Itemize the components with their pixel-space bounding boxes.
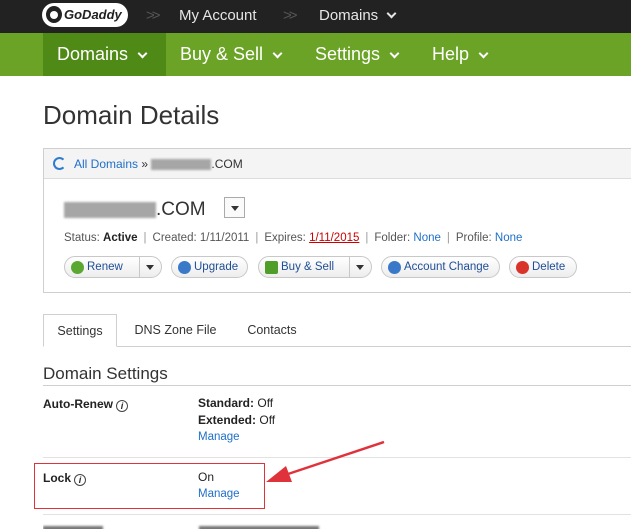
dollar-icon [265,261,278,274]
nav-tab-label: Domains [57,44,129,64]
account-change-button[interactable]: Account Change [381,256,500,278]
breadcrumb-sep: » [141,157,149,171]
breadcrumb-my-account[interactable]: My Account [179,7,257,24]
domain-panel: All Domains » .COM .COM Status: Active | C… [43,148,631,293]
tab-dns-zone-file[interactable]: DNS Zone File [128,314,223,347]
auto-renew-label-text: Auto-Renew [43,397,113,411]
panel-breadcrumb: All Domains » .COM [74,157,243,171]
nav-tab-help[interactable]: Help [418,33,501,76]
tab-settings[interactable]: Settings [43,314,117,347]
profile-label: Profile: [455,232,492,244]
renew-label: Renew [87,261,123,273]
divider: | [446,232,450,244]
annotation-arrow-icon [266,440,385,482]
upgrade-button[interactable]: Upgrade [171,256,248,278]
folder-value-link[interactable]: None [413,232,441,244]
extended-value: Off [259,413,276,427]
delete-label: Delete [532,261,566,273]
tab-contacts[interactable]: Contacts [236,314,308,347]
nav-tab-label: Buy & Sell [180,44,264,64]
profile-value-link[interactable]: None [495,232,523,244]
nav-tab-settings[interactable]: Settings [301,33,412,76]
top-bar: GoDaddy >> My Account >> Domains [0,0,631,33]
nav-tab-domains[interactable]: Domains [43,33,166,76]
buy-sell-dropdown-chevron-icon[interactable] [349,257,371,277]
expires-label: Expires: [264,232,306,244]
standard-label: Standard: [198,396,255,410]
chevron-down-icon [478,48,489,59]
redacted-domain [151,159,212,171]
domain-menu-dropdown[interactable] [224,197,245,218]
breadcrumb-domain-suffix: .COM [211,157,243,171]
delete-button[interactable]: Delete [509,256,577,278]
auto-renew-extended: Extended: Off [198,413,275,427]
renew-dropdown-chevron-icon[interactable] [139,257,161,277]
chevron-down-icon [389,48,400,59]
page-title: Domain Details [43,100,220,130]
breadcrumb-separator-icon: >> [146,7,160,24]
buy-sell-label: Buy & Sell [281,261,335,273]
breadcrumb-separator-icon: >> [283,7,297,24]
standard-value: Off [257,396,274,410]
redacted-domain [64,201,156,218]
folder-label: Folder: [374,232,411,244]
next-row-partial [43,522,323,529]
buy-sell-button[interactable]: Buy & Sell [258,256,372,278]
upgrade-label: Upgrade [194,261,239,273]
main-nav: Domains Buy & Sell Settings Help [0,33,631,76]
extended-label: Extended: [198,413,257,427]
arrow-up-circle-icon [178,261,191,274]
renew-button[interactable]: Renew [64,256,162,278]
divider: | [365,232,369,244]
chevron-down-icon [386,8,397,19]
chevron-down-icon [137,48,148,59]
godaddy-logo-icon [46,6,62,23]
nav-tab-label: Settings [315,44,381,64]
breadcrumb-domains-label: Domains [319,7,379,24]
divider: | [143,232,147,244]
nav-tab-buy-sell[interactable]: Buy & Sell [166,33,295,76]
created-value: 1/11/2011 [199,232,250,244]
domain-suffix: .COM [156,199,206,220]
delete-icon [516,261,529,274]
nav-tab-label: Help [432,44,470,64]
section-divider [43,385,631,386]
account-change-label: Account Change [404,261,490,273]
auto-renew-manage-link[interactable]: Manage [198,431,240,443]
status-value: Active [103,232,138,244]
info-icon[interactable]: i [116,400,128,412]
auto-renew-standard: Standard: Off [198,396,273,410]
annotation-highlight-box [34,463,265,509]
divider: | [255,232,259,244]
domain-name: .COM [64,199,206,221]
breadcrumb-domains[interactable]: Domains [319,7,397,24]
plus-circle-icon [71,261,84,274]
domain-status-line: Status: Active | Created: 1/11/2011 | Expire… [64,232,522,244]
all-domains-link[interactable]: All Domains [74,157,138,171]
auto-renew-label: Auto-Renew i [43,397,128,412]
chevron-down-icon [272,48,283,59]
row-divider [43,514,631,515]
user-icon [388,261,401,274]
panel-header: All Domains » .COM [44,149,631,179]
logo-text: GoDaddy [64,7,122,22]
godaddy-logo[interactable]: GoDaddy [42,3,128,27]
created-label: Created: [152,232,197,244]
status-label: Status: [64,232,100,244]
expires-value-link[interactable]: 1/11/2015 [309,232,359,244]
refresh-icon[interactable] [53,157,66,170]
section-title: Domain Settings [43,364,168,383]
